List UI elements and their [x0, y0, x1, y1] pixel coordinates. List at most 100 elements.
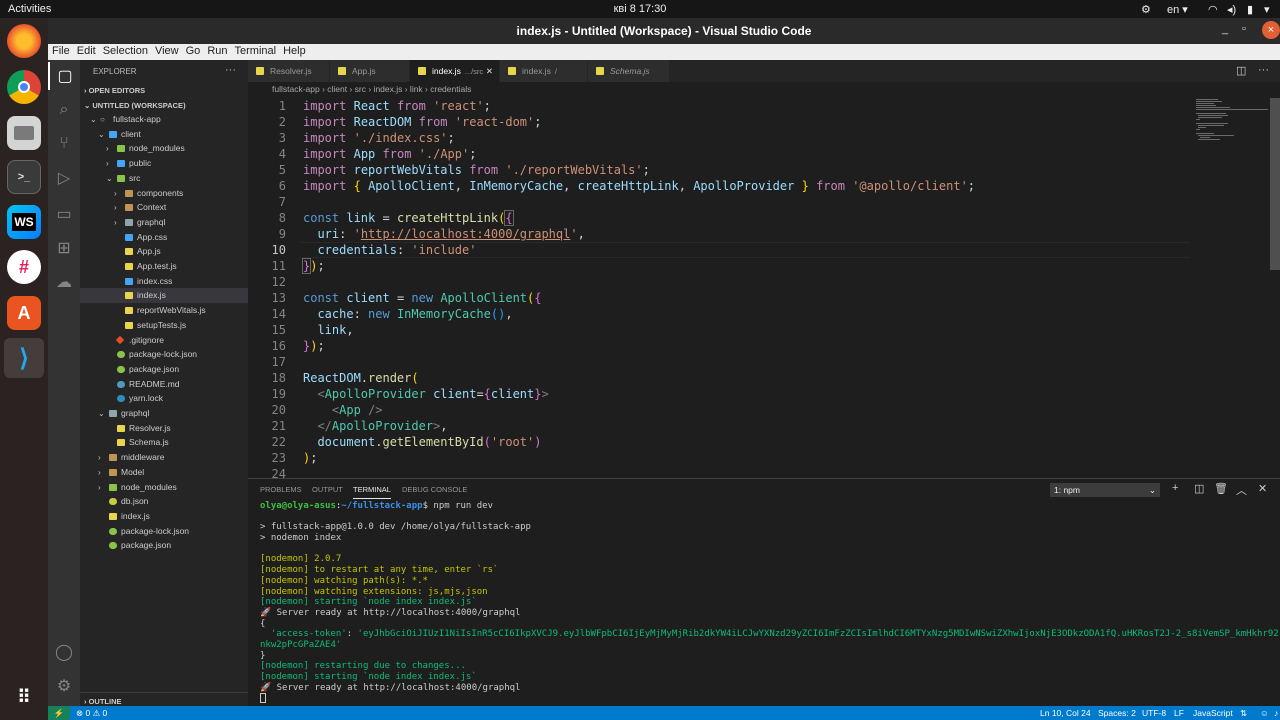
- slack-icon[interactable]: #: [7, 250, 41, 284]
- tree-item[interactable]: Resolver.js: [80, 421, 248, 436]
- split-editor-icon[interactable]: ◫: [1236, 64, 1246, 77]
- extensions-icon[interactable]: ⊞: [48, 234, 80, 262]
- minimap[interactable]: [1190, 98, 1270, 478]
- terminal-output[interactable]: olya@olya-asus:~/fullstack-app$ npm run …: [260, 501, 1279, 704]
- apps-grid-icon[interactable]: ⠿: [7, 680, 41, 714]
- software-center-icon[interactable]: A: [7, 296, 41, 330]
- editor-scrollbar[interactable]: [1270, 98, 1280, 478]
- tab-app-js[interactable]: App.js: [330, 60, 410, 82]
- tree-item[interactable]: package.json: [80, 538, 248, 553]
- menu-run[interactable]: Run: [203, 44, 230, 60]
- close-button[interactable]: ×: [1262, 21, 1280, 39]
- more-actions-icon[interactable]: ···: [225, 64, 236, 76]
- tab-resolver-js[interactable]: Resolver.js: [248, 60, 330, 82]
- live-share-icon[interactable]: ⇅: [1240, 708, 1247, 719]
- tree-item[interactable]: package-lock.json: [80, 524, 248, 539]
- tree-item[interactable]: setupTests.js: [80, 318, 248, 333]
- workspace-section[interactable]: ⌄ UNTITLED (WORKSPACE): [80, 97, 248, 112]
- tree-item[interactable]: reportWebVitals.js: [80, 303, 248, 318]
- open-editors-section[interactable]: › OPEN EDITORS: [80, 82, 248, 97]
- tree-item[interactable]: Schema.js: [80, 435, 248, 450]
- tree-item[interactable]: db.json: [80, 494, 248, 509]
- tree-item[interactable]: › graphql: [80, 215, 248, 230]
- firefox-icon[interactable]: [7, 24, 41, 58]
- manage-gear-icon[interactable]: ⚙: [48, 672, 80, 700]
- tree-item[interactable]: › components: [80, 186, 248, 201]
- tree-item[interactable]: package.json: [80, 362, 248, 377]
- chevron-down-icon[interactable]: ⌄: [98, 406, 106, 421]
- tree-item[interactable]: ⌄ src: [80, 171, 248, 186]
- search-icon[interactable]: ⌕: [48, 96, 80, 124]
- end-of-line[interactable]: LF: [1174, 708, 1184, 718]
- menu-help[interactable]: Help: [279, 44, 309, 60]
- chevron-right-icon[interactable]: ›: [114, 200, 122, 215]
- chevron-right-icon[interactable]: ›: [106, 156, 114, 171]
- scrollbar-thumb[interactable]: [1270, 98, 1280, 270]
- close-panel-icon[interactable]: ✕: [1258, 482, 1267, 495]
- new-terminal-icon[interactable]: +: [1172, 482, 1178, 494]
- tree-item[interactable]: README.md: [80, 377, 248, 392]
- menu-terminal[interactable]: Terminal: [231, 44, 280, 60]
- docker-icon[interactable]: ☁: [48, 268, 80, 296]
- language-indicator[interactable]: en ▾: [1167, 3, 1188, 16]
- chevron-right-icon[interactable]: ›: [106, 141, 114, 156]
- run-debug-icon[interactable]: ▷: [48, 164, 80, 192]
- split-terminal-icon[interactable]: ◫: [1194, 482, 1204, 495]
- tree-item[interactable]: .gitignore: [80, 333, 248, 348]
- tree-item[interactable]: package-lock.json: [80, 347, 248, 362]
- accounts-icon[interactable]: ◯: [48, 638, 80, 666]
- cursor-position[interactable]: Ln 10, Col 24: [1040, 708, 1091, 718]
- power-menu-icon[interactable]: ▾: [1264, 3, 1270, 16]
- tree-item[interactable]: index.css: [80, 274, 248, 289]
- tree-item[interactable]: ⌄ graphql: [80, 406, 248, 421]
- encoding[interactable]: UTF-8: [1142, 708, 1166, 718]
- feedback-icon[interactable]: ☺: [1260, 708, 1269, 718]
- breadcrumb[interactable]: fullstack-app › client › src › index.js …: [248, 82, 1280, 98]
- tab-more-actions-icon[interactable]: ···: [1258, 64, 1269, 76]
- close-tab-icon[interactable]: ✕: [486, 60, 493, 82]
- chevron-down-icon[interactable]: ⌄: [98, 127, 106, 142]
- kill-terminal-icon[interactable]: 🗑: [1214, 482, 1228, 495]
- vscode-icon[interactable]: ⟩: [4, 338, 44, 378]
- tree-item[interactable]: › Model: [80, 465, 248, 480]
- chevron-right-icon[interactable]: ›: [114, 215, 122, 230]
- tab-problems[interactable]: PROBLEMS: [260, 485, 302, 494]
- tree-item[interactable]: › public: [80, 156, 248, 171]
- chevron-down-icon[interactable]: ⌄: [90, 112, 98, 127]
- tree-item[interactable]: App.js: [80, 244, 248, 259]
- tree-item[interactable]: › node_modules: [80, 480, 248, 495]
- tab-debug-console[interactable]: DEBUG CONSOLE: [402, 485, 467, 494]
- terminal-selector[interactable]: 1: npm ⌄: [1050, 483, 1160, 497]
- tree-item[interactable]: ⌄ ○ fullstack-app: [80, 112, 248, 127]
- webstorm-icon[interactable]: WS: [7, 205, 41, 239]
- tab-terminal[interactable]: TERMINAL: [353, 485, 391, 499]
- source-control-icon[interactable]: ⑂: [48, 130, 80, 158]
- menu-go[interactable]: Go: [182, 44, 204, 60]
- tree-item[interactable]: › middleware: [80, 450, 248, 465]
- files-icon[interactable]: [7, 116, 41, 150]
- menu-file[interactable]: File: [48, 44, 73, 60]
- chevron-right-icon[interactable]: ›: [98, 480, 106, 495]
- wifi-icon[interactable]: ◠: [1208, 3, 1218, 16]
- notifications-bell-icon[interactable]: ♪: [1274, 708, 1278, 718]
- remote-indicator-icon[interactable]: ⚡: [48, 706, 70, 720]
- maximize-panel-icon[interactable]: ︿: [1236, 482, 1247, 498]
- chevron-down-icon[interactable]: ⌄: [106, 171, 114, 186]
- menu-selection[interactable]: Selection: [99, 44, 151, 60]
- tree-item[interactable]: › Context: [80, 200, 248, 215]
- clock[interactable]: кві 8 17:30: [0, 3, 1280, 15]
- tab-schema-js[interactable]: Schema.js: [588, 60, 670, 82]
- tab-output[interactable]: OUTPUT: [312, 485, 343, 494]
- chevron-right-icon[interactable]: ›: [98, 450, 106, 465]
- tree-item[interactable]: App.test.js: [80, 259, 248, 274]
- volume-icon[interactable]: ◂): [1227, 3, 1236, 16]
- tab-index-js[interactable]: index.js .../src ✕: [410, 60, 500, 82]
- remote-explorer-icon[interactable]: ▭: [48, 200, 80, 228]
- menu-edit[interactable]: Edit: [73, 44, 99, 60]
- maximize-button[interactable]: ▫: [1242, 23, 1246, 35]
- language-mode[interactable]: JavaScript: [1193, 708, 1233, 718]
- problems-count[interactable]: ⊗ 0 ⚠ 0: [76, 708, 107, 719]
- tree-item[interactable]: App.css: [80, 230, 248, 245]
- chevron-right-icon[interactable]: ›: [98, 465, 106, 480]
- settings-tray-icon[interactable]: ⚙: [1141, 3, 1151, 16]
